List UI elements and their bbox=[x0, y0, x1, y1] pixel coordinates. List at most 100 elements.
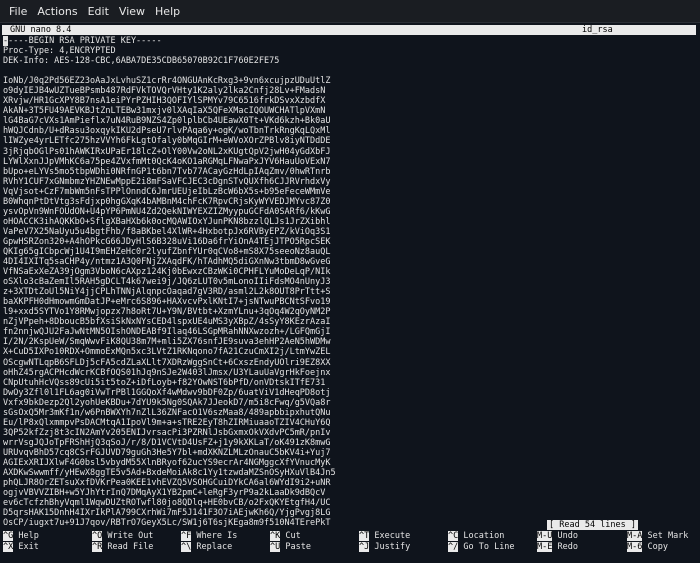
header-line: Proc-Type: 4,ENCRYPTED bbox=[3, 46, 116, 57]
shortcut-set-mark[interactable]: M-A Set Mark bbox=[627, 531, 688, 542]
shortcut-location[interactable]: ^C Location bbox=[448, 531, 504, 542]
shortcut-key: M-6 bbox=[627, 542, 643, 552]
shortcut-label: Copy bbox=[642, 542, 668, 552]
shortcut-where-is[interactable]: ^F Where Is bbox=[181, 531, 237, 542]
shortcut-key: ^R bbox=[92, 542, 103, 552]
key-line: RVhY1CUF7xGNmbmzYHZNEwMppE2i8mFSaVFCJEC3… bbox=[3, 176, 331, 187]
shortcut-write-out[interactable]: ^O Write Out bbox=[92, 531, 153, 542]
shortcut-label: Undo bbox=[552, 531, 578, 541]
shortcut-key: ^G bbox=[3, 531, 14, 541]
key-line: oSXlo3cBaZemIl5RAH5gDCLT4k67wei9j/JQ6zLU… bbox=[3, 277, 331, 288]
shortcut-label: Go To Line bbox=[458, 542, 515, 552]
shortcut-key: M-U bbox=[537, 531, 553, 541]
key-line: CNpUtuhHcVQss89cUi5it5toZ+iDfLoyb+f82YOw… bbox=[3, 377, 326, 388]
key-line: D5qrsHAK15DnhH4IXrIkPlA799CXrhWi7mF5J141… bbox=[3, 508, 331, 519]
shortcut-label: Set Mark bbox=[642, 531, 689, 541]
key-line: ogjvVBVVZIBH+w5YJhYtrInQ7DMqAyX1YB2pmC+l… bbox=[3, 488, 326, 499]
shortcut-key: ^U bbox=[270, 542, 281, 552]
shortcut-label: Exit bbox=[13, 542, 39, 552]
shortcut-bar: ^G Help ^O Write Out ^F Where Is ^K Cut ^T E… bbox=[3, 531, 697, 553]
terminal-area[interactable]: GNU nano 8.4 id_rsa -----BEGIN RSA PRIVA… bbox=[0, 23, 700, 563]
key-line: lG4BaG7cVXs1AmPieflx7uN4RuB9NZS4Zp0lplbC… bbox=[3, 116, 331, 127]
shortcut-key: ^X bbox=[3, 542, 14, 552]
file-name: id_rsa bbox=[582, 25, 613, 35]
shortcut-key: M-A bbox=[627, 531, 643, 541]
key-line: GpwHSRZon320+A4hOPkcG66JDyHlS6B328uVi16D… bbox=[3, 236, 331, 247]
shortcut-label: Where Is bbox=[191, 531, 238, 541]
key-line: VqVjsot+CzF7mbWm5nFsTPPlOnndC6JmrUEUjeIb… bbox=[3, 186, 331, 197]
menu-view[interactable]: View bbox=[114, 3, 150, 20]
shortcut-label: Justify bbox=[369, 542, 411, 552]
shortcut-label: Location bbox=[458, 531, 505, 541]
header-line-text: ----BEGIN RSA PRIVATE KEY----- bbox=[8, 36, 162, 46]
key-line: VfNSaExXeZA39jOgm3VboN6cAXpz124Kj0bEwxzC… bbox=[3, 267, 331, 278]
nano-version: GNU nano 8.4 bbox=[10, 25, 72, 35]
key-line: 4DI4IXITq5saCHP4y/ntmz1A3Q0FNjZXAqdFK/hT… bbox=[3, 257, 331, 268]
key-line: hWQJCdnb/U+dRasu3oxqykIKU2dPseU7rlvPAqa6… bbox=[3, 126, 331, 137]
key-line: LYWlXxnJJpVMhKC6a75pe4ZVxfmMt0QcK4oKO1aR… bbox=[3, 156, 331, 167]
shortcut-key: ^J bbox=[359, 542, 370, 552]
key-line: VaPeV7X25NaUyu5u4bgtFhb/f8aBKbel4XlWR+4H… bbox=[3, 226, 331, 237]
key-line: sGsOxQ5Mr3mKf1n/w6PnBWXYh7nZlL36ZNFacO1V… bbox=[3, 407, 331, 418]
menu-edit[interactable]: Edit bbox=[83, 3, 114, 20]
key-line: phQLJR8OrZETsuXxfDVKrPea0KEE1vhEVZQ5VSOH… bbox=[3, 478, 331, 489]
shortcut-label: Replace bbox=[191, 542, 233, 552]
header-line: -----BEGIN RSA PRIVATE KEY----- bbox=[3, 36, 697, 46]
shortcut-row1: ^G Help ^O Write Out ^F Where Is ^K Cut ^T E… bbox=[3, 531, 697, 542]
header-line bbox=[3, 66, 697, 76]
shortcut-read-file[interactable]: ^R Read File bbox=[92, 542, 153, 553]
shortcut-label: Read File bbox=[102, 542, 154, 552]
shortcut-key: ^O bbox=[92, 531, 103, 541]
shortcut-key: ^F bbox=[181, 531, 192, 541]
key-line: bUpo+eLYVs5mo5tbpWDhi0NRfnGP1t6bn7Tvb77A… bbox=[3, 166, 331, 177]
shortcut-execute[interactable]: ^T Execute bbox=[359, 531, 410, 542]
key-line: baXKPFH0dHmowmGmDatJP+eMrc6S896+HAXvcvPx… bbox=[3, 297, 331, 308]
shortcut-undo[interactable]: M-U Undo bbox=[537, 531, 578, 542]
shortcut-key: ^C bbox=[448, 531, 459, 541]
key-line: AkAN+3T5FU49AEVKBJtZnLTEBw31mxjv0lXAqIaX… bbox=[3, 106, 326, 117]
shortcut-justify[interactable]: ^J Justify bbox=[359, 542, 410, 553]
shortcut-label: Write Out bbox=[102, 531, 154, 541]
key-line: fn2nnjwQJU2FaJwNtMN5OIshONDEABf9Ilaq46LS… bbox=[3, 327, 331, 338]
menu-actions[interactable]: Actions bbox=[32, 3, 82, 20]
shortcut-exit[interactable]: ^X Exit bbox=[3, 542, 39, 553]
key-line: ev6cTcfzhBhyVqml1WqwDUZtROTwfl80jo8QDlq+… bbox=[3, 498, 331, 509]
shortcut-paste[interactable]: ^U Paste bbox=[270, 542, 311, 553]
shortcut-key: ^K bbox=[270, 531, 281, 541]
status-message: [ Read 54 lines ] bbox=[547, 520, 638, 530]
shortcut-row2: ^X Exit ^R Read File ^\ Replace ^U Paste ^J … bbox=[3, 542, 697, 553]
shortcut-key: ^\ bbox=[181, 542, 192, 552]
key-line: B0WhqnPtDtVtg3sFdjxp0hgGXqK4bAMBnM4chFcK… bbox=[3, 196, 331, 207]
key-line: I/2N/2KspUeW/SmqWwvFiK8QU38m7M+mli5ZX76s… bbox=[3, 337, 331, 348]
nano-title-bar: GNU nano 8.4 id_rsa bbox=[2, 25, 696, 35]
key-line: DwOy3Zfl0l1FL6ag0iVwTrPBl1GGQoXf4wMdwv9b… bbox=[3, 387, 331, 398]
key-line: XRvjw/HR1GcXPY8B7nsA1eiPYrPZHIH3QOFIYlSP… bbox=[3, 96, 326, 107]
key-line: wrrVsgJQJoTpFRShHjQ3qSoJ/r/8/D1VCVtD4UsF… bbox=[3, 437, 331, 448]
key-line: X+CuD5IXPo10RDX+OmmoExMQn5xc3LVtZ1RKNqon… bbox=[3, 347, 331, 358]
menu-file[interactable]: File bbox=[4, 3, 32, 20]
shortcut-redo[interactable]: M-E Redo bbox=[537, 542, 578, 553]
shortcut-copy[interactable]: M-6 Copy bbox=[627, 542, 668, 553]
shortcut-label: Cut bbox=[280, 531, 301, 541]
shortcut-replace[interactable]: ^\ Replace bbox=[181, 542, 232, 553]
key-line: URUvqvBhD57cq8CSrFGJUVD79guGh3He5Y7bl+md… bbox=[3, 447, 331, 458]
key-line: QKIg65gICbpcWj1U4I9mEHZeHc0r2lyufZbnfYUr… bbox=[3, 246, 331, 257]
shortcut-key: M-E bbox=[537, 542, 553, 552]
key-line: ysvOpVn9WnFOUdON+U4pYP6PmNU4Zd2QekNIWYEX… bbox=[3, 206, 331, 217]
key-line: AXDKwSwwmff/yHEwX8ggTE5v5Ad+BxdeMoiAk8c1… bbox=[3, 468, 336, 479]
key-line: 3jRjqbOGlPs01hAWKIRxUPaEr18lcZ+OlY00Vw2o… bbox=[3, 146, 331, 157]
shortcut-key: ^T bbox=[359, 531, 370, 541]
shortcut-label: Redo bbox=[552, 542, 578, 552]
key-line: oHOACCK3ihAQKKbO+SflgXBaHXb6k0ocMQAWIOxY… bbox=[3, 216, 331, 227]
shortcut-help[interactable]: ^G Help bbox=[3, 531, 39, 542]
key-line: z+3XTDtZoUl5NiY4jjCPLhTNNjAlqnpcOaqad7gV… bbox=[3, 287, 331, 298]
key-line: lIWZye4yrLETfc275hzVVYh6FkLgtOfaly0bMqGI… bbox=[3, 136, 331, 147]
editor-content[interactable]: -----BEGIN RSA PRIVATE KEY----- Proc-Type… bbox=[3, 36, 697, 528]
key-line: Vxfx9bkDezp2Ql2yohUeKBDu+7dYU9k5Ng0SQAk7… bbox=[3, 397, 331, 408]
shortcut-label: Paste bbox=[280, 542, 311, 552]
shortcut-go-to-line[interactable]: ^/ Go To Line bbox=[448, 542, 515, 553]
shortcut-key: ^/ bbox=[448, 542, 459, 552]
key-line: l9+xxd5SYTVo1Y8RMwjopzx7h8oRt7U+Y9N/BVtb… bbox=[3, 307, 331, 318]
shortcut-cut[interactable]: ^K Cut bbox=[270, 531, 301, 542]
menu-help[interactable]: Help bbox=[150, 3, 185, 20]
